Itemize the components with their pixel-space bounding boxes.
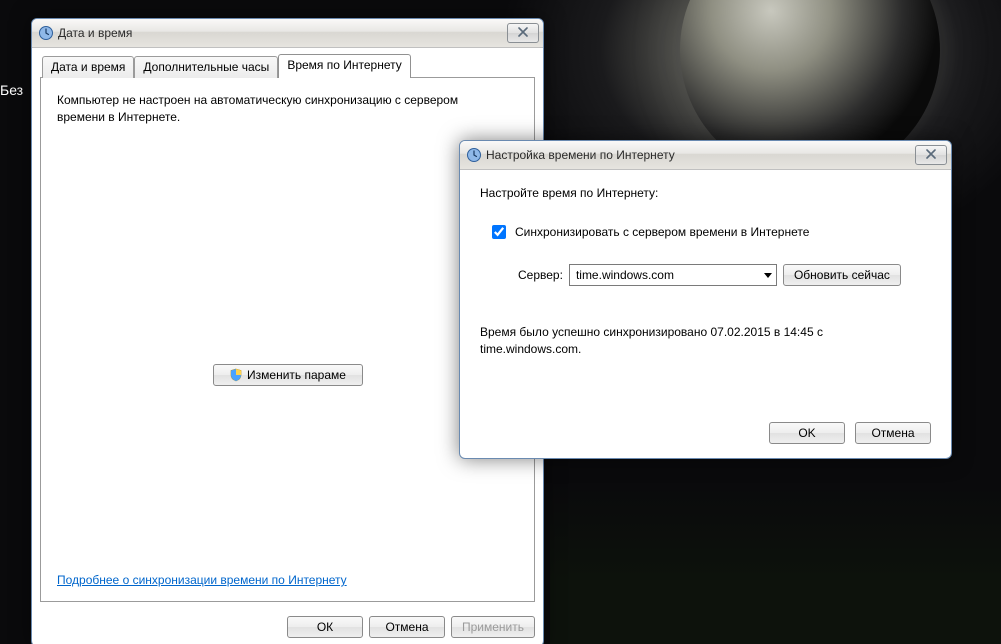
apply-button[interactable]: Применить <box>451 616 535 638</box>
cancel-button[interactable]: Отмена <box>369 616 445 638</box>
shield-icon <box>229 368 243 382</box>
tab-row: Дата и время Дополнительные часы Время п… <box>42 54 535 78</box>
ok-button[interactable]: ОК <box>287 616 363 638</box>
settings-heading: Настройте время по Интернету: <box>480 186 931 200</box>
close-icon <box>517 26 529 40</box>
close-button[interactable] <box>507 23 539 43</box>
cancel-button[interactable]: Отмена <box>855 422 931 444</box>
update-now-button[interactable]: Обновить сейчас <box>783 264 901 286</box>
settings-titlebar[interactable]: Настройка времени по Интернету <box>460 141 951 170</box>
server-combobox[interactable]: time.windows.com <box>569 264 777 286</box>
tab-internet-time[interactable]: Время по Интернету <box>278 54 410 78</box>
desktop-background: Без Дата и время Дата и время Дополнител… <box>0 0 1001 644</box>
sync-info-text: Компьютер не настроен на автоматическую … <box>57 92 497 126</box>
learn-more-link[interactable]: Подробнее о синхронизации времени по Инт… <box>57 573 347 587</box>
date-time-title: Дата и время <box>58 26 507 40</box>
server-value: time.windows.com <box>576 268 674 282</box>
ok-button[interactable]: OK <box>769 422 845 444</box>
change-settings-button[interactable]: Изменить параме <box>213 364 363 386</box>
tab-extra-clocks[interactable]: Дополнительные часы <box>134 56 278 78</box>
main-dialog-buttons: ОК Отмена Применить <box>32 610 543 644</box>
settings-dialog-buttons: OK Отмена <box>480 422 931 444</box>
close-button[interactable] <box>915 145 947 165</box>
change-settings-label: Изменить параме <box>247 368 346 382</box>
date-time-titlebar[interactable]: Дата и время <box>32 19 543 48</box>
tab-datetime[interactable]: Дата и время <box>42 56 134 78</box>
close-icon <box>925 148 937 162</box>
landscape-graphic <box>550 484 1001 644</box>
clock-icon <box>38 25 54 41</box>
sync-status-text: Время было успешно синхронизировано 07.0… <box>480 324 910 358</box>
server-label: Сервер: <box>518 268 563 282</box>
settings-title: Настройка времени по Интернету <box>486 148 915 162</box>
clock-icon <box>466 147 482 163</box>
sync-checkbox-label: Синхронизировать с сервером времени в Ин… <box>515 225 809 239</box>
desktop-partial-text: Без <box>0 82 23 98</box>
sync-checkbox[interactable] <box>492 225 506 239</box>
internet-time-settings-dialog: Настройка времени по Интернету Настройте… <box>459 140 952 459</box>
chevron-down-icon <box>764 273 772 278</box>
